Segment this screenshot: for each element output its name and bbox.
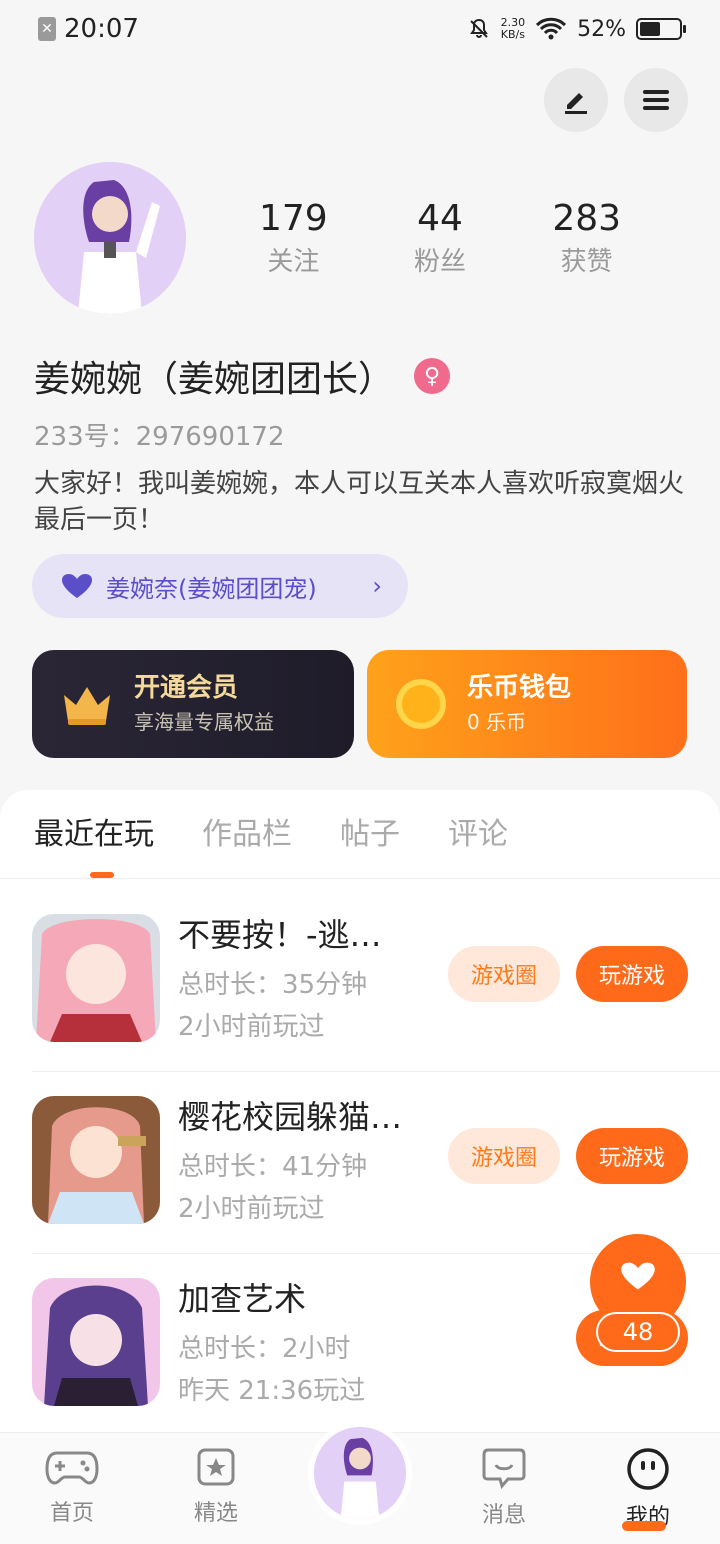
bookmark-star-icon — [197, 1448, 235, 1486]
wallet-title: 乐币钱包 — [467, 673, 572, 703]
avatar[interactable] — [34, 162, 186, 314]
vip-subtitle: 享海量专属权益 — [134, 710, 274, 734]
nav-featured[interactable]: 精选 — [156, 1447, 276, 1527]
tab-comments[interactable]: 评论 — [448, 810, 508, 860]
stat-following[interactable]: 179 关注 — [220, 196, 367, 282]
stat-fans[interactable]: 44 粉丝 — [367, 196, 514, 282]
chat-bubble-icon — [482, 1448, 526, 1490]
face-icon — [627, 1448, 669, 1490]
game-thumbnail — [32, 914, 160, 1042]
gamepad-icon — [45, 1451, 99, 1485]
avatar-character-image — [34, 162, 186, 314]
vip-card[interactable]: 开通会员 享海量专属权益 — [32, 650, 354, 758]
game-thumbnail — [32, 1278, 160, 1406]
nav-messages[interactable]: 消息 — [444, 1447, 564, 1529]
stat-likes[interactable]: 283 获赞 — [513, 196, 660, 282]
profile-tabs: 最近在玩 作品栏 帖子 评论 — [34, 810, 508, 860]
game-duration: 总时长：35分钟 — [178, 970, 368, 1000]
play-game-button[interactable]: 玩游戏 — [576, 1128, 688, 1184]
user-name: 姜婉婉（姜婉团团长） — [34, 359, 395, 400]
status-bar: ✕ 20:07 2.30 KB/s 52% — [0, 0, 720, 58]
game-thumbnail — [32, 1096, 160, 1224]
edit-profile-button[interactable] — [544, 68, 608, 132]
game-row[interactable]: 不要按！-逃… 总时长：35分钟 2小时前玩过 游戏圈 玩游戏 — [32, 890, 720, 1072]
game-image — [32, 1096, 160, 1224]
game-title: 加查艺术 — [178, 1280, 307, 1318]
coin-icon — [396, 679, 446, 729]
tab-works[interactable]: 作品栏 — [202, 810, 292, 860]
game-duration: 总时长：2小时 — [178, 1334, 351, 1364]
nav-center-avatar[interactable] — [308, 1421, 412, 1525]
active-nav-indicator — [622, 1521, 666, 1531]
hamburger-icon — [643, 90, 669, 110]
nav-me[interactable]: 我的 — [588, 1447, 708, 1531]
game-last-played: 2小时前玩过 — [178, 1194, 325, 1224]
network-speed: 2.30 KB/s — [500, 16, 526, 41]
wallet-balance: 0 乐币 — [467, 710, 527, 734]
game-circle-button[interactable]: 游戏圈 — [448, 946, 560, 1002]
relationship-tag[interactable]: 姜婉奈(姜婉团团宠) › — [32, 554, 408, 618]
tab-recently-played[interactable]: 最近在玩 — [34, 810, 154, 860]
status-time: 20:07 — [64, 14, 139, 44]
heart-icon — [621, 1262, 655, 1290]
chevron-right-icon: › — [372, 572, 382, 600]
game-image — [32, 914, 160, 1042]
game-row[interactable]: 樱花校园躲猫… 总时长：41分钟 2小时前玩过 游戏圈 玩游戏 — [32, 1072, 720, 1254]
game-title: 不要按！-逃… — [178, 916, 382, 954]
heart-icon — [62, 574, 92, 598]
battery-icon — [636, 18, 686, 40]
user-id: 233号：297690172 — [34, 422, 285, 452]
menu-button[interactable] — [624, 68, 688, 132]
game-title: 樱花校园躲猫… — [178, 1098, 403, 1136]
game-last-played: 昨天 21:36玩过 — [178, 1376, 366, 1406]
relationship-tag-label: 姜婉奈(姜婉团团宠) — [106, 574, 317, 603]
game-circle-button[interactable]: 游戏圈 — [448, 1128, 560, 1184]
game-last-played: 2小时前玩过 — [178, 1012, 325, 1042]
female-gender-icon: ♀ — [414, 358, 451, 394]
crown-icon — [64, 687, 110, 725]
profile-stats: 179 关注 44 粉丝 283 获赞 — [220, 196, 660, 282]
nav-home[interactable]: 首页 — [12, 1447, 132, 1527]
notification-x-icon: ✕ — [38, 17, 56, 41]
avatar-character-image — [314, 1427, 406, 1519]
vip-title: 开通会员 — [134, 673, 239, 703]
game-duration: 总时长：41分钟 — [178, 1152, 368, 1182]
like-count-badge: 48 — [596, 1312, 680, 1352]
battery-percent: 52% — [577, 16, 626, 42]
pencil-icon — [565, 93, 587, 114]
mute-bell-icon — [469, 18, 488, 38]
tabs-divider — [0, 878, 720, 879]
tab-posts[interactable]: 帖子 — [340, 810, 400, 860]
play-game-button[interactable]: 玩游戏 — [576, 946, 688, 1002]
wallet-card[interactable]: 乐币钱包 0 乐币 — [367, 650, 687, 758]
name-row: 姜婉婉（姜婉团团长） ♀ — [34, 350, 451, 402]
user-bio: 大家好！我叫姜婉婉，本人可以互关本人喜欢听寂寞烟火最后一页！ — [34, 469, 685, 535]
wifi-icon — [536, 17, 567, 40]
game-image — [32, 1278, 160, 1406]
bottom-navigation: 首页 精选 消息 我的 — [0, 1421, 720, 1544]
